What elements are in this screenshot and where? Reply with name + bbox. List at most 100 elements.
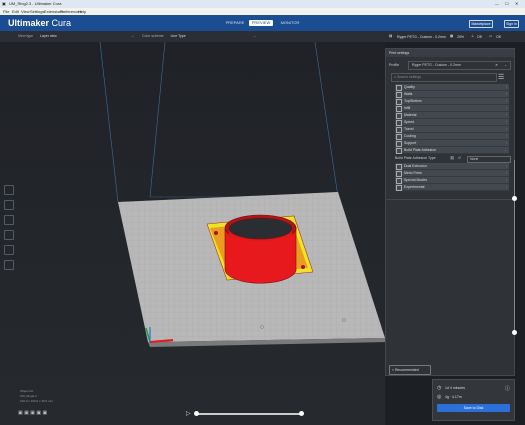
path-slider-end-handle[interactable] — [299, 411, 304, 416]
menu-settings[interactable]: Settings — [30, 9, 44, 14]
chevron-down-icon: ⌄ — [131, 34, 134, 38]
layer-slider-top-handle[interactable] — [512, 196, 517, 201]
category-quality[interactable]: Quality ‹ — [395, 84, 509, 91]
adhesion-icon: ▭ — [489, 34, 493, 38]
path-slider[interactable] — [194, 411, 304, 416]
spool-icon: ◎ — [437, 394, 442, 400]
category-label: Build Plate Adhesion — [404, 148, 437, 152]
3d-viewport[interactable] — [0, 42, 385, 425]
build-volume-edge — [99, 42, 119, 203]
chevron-icon: ‹ — [505, 164, 507, 168]
maximize-icon[interactable]: ☐ — [505, 1, 509, 6]
menu-help[interactable]: Help — [78, 9, 86, 14]
reset-icon[interactable]: ↺ — [458, 155, 461, 162]
view-front-icon[interactable]: ▣ — [24, 410, 29, 416]
chevron-icon: ‹ — [505, 85, 507, 89]
category-cooling[interactable]: Cooling ‹ — [395, 133, 509, 140]
tab-prepare[interactable]: PREPARE — [222, 20, 248, 26]
view-top-icon[interactable]: ▣ — [30, 410, 35, 416]
adhesion-type-label: Build Plate Adhesion Type — [395, 156, 436, 160]
print-time: 1d 4 minutes — [445, 386, 466, 390]
menu-view[interactable]: View — [21, 9, 30, 14]
category-walls[interactable]: Walls ‹ — [395, 91, 509, 98]
view-3d-icon[interactable]: ▣ — [18, 410, 23, 416]
path-slider-start-handle[interactable] — [194, 411, 199, 416]
signin-button[interactable]: Sign in — [504, 20, 519, 28]
chevron-down-icon: ⌄ — [253, 34, 256, 38]
clear-icon[interactable]: ✕ — [495, 62, 498, 69]
tab-monitor[interactable]: MONITOR — [276, 20, 304, 26]
save-to-disk-button[interactable]: Save to Disk — [437, 404, 510, 412]
menu-file[interactable]: File — [3, 9, 9, 14]
profile-value: Ryger PETG - Custom - 0.2mm — [412, 63, 461, 67]
category-special-modes[interactable]: Special Modes ‹ — [395, 177, 509, 184]
object-list[interactable]: Object list UM_Ring2.3 100.0 x 100.0 x 3… — [20, 389, 53, 404]
category-speed[interactable]: Speed ‹ — [395, 119, 509, 126]
category-mesh-fixes[interactable]: Mesh Fixes ‹ — [395, 170, 509, 177]
category-dual-extrusion[interactable]: Dual Extrusion ‹ — [395, 163, 509, 170]
support-icon: ⊥ — [471, 34, 475, 38]
category-label: Experimental — [404, 185, 425, 189]
app-icon: ▣ — [2, 1, 6, 6]
tab-preview[interactable]: PREVIEW — [249, 20, 273, 26]
move-tool-icon[interactable] — [4, 185, 14, 195]
support-blocker-icon[interactable] — [4, 260, 14, 270]
rotate-tool-icon[interactable] — [4, 215, 14, 225]
recommended-button[interactable]: < Recommended — [389, 365, 431, 375]
settings-menu-icon[interactable]: ☰ — [498, 73, 504, 81]
layer-slider-bottom-handle[interactable] — [512, 330, 517, 335]
category-infill[interactable]: Infill ‹ — [395, 105, 509, 112]
category-label: Material — [404, 113, 417, 117]
view-type-select[interactable]: View type Layer view ⌄ — [18, 33, 136, 40]
adhesion-value: Off — [496, 34, 501, 39]
mirror-tool-icon[interactable] — [4, 230, 14, 240]
category-topbottom[interactable]: Top/Bottom ‹ — [395, 98, 509, 105]
close-icon[interactable]: ✕ — [515, 1, 518, 6]
menu-bar: File Edit View Settings Extensions Prefe… — [0, 8, 525, 15]
experimental-icon — [396, 185, 402, 191]
scene-svg — [99, 42, 385, 347]
scale-tool-icon[interactable] — [4, 200, 14, 210]
settings-search[interactable]: ⌕ Search settings — [391, 73, 497, 82]
logo-sub: Cura — [51, 18, 72, 28]
infill-icon: ▦ — [450, 34, 454, 38]
view-right-icon[interactable]: ▣ — [43, 410, 48, 416]
category-material[interactable]: Material ‹ — [395, 112, 509, 119]
play-icon[interactable]: ▷ — [186, 410, 191, 417]
category-adhesion[interactable]: Build Plate Adhesion ⌄ — [395, 147, 509, 154]
layer-slider[interactable] — [512, 160, 517, 335]
view-buttons: ▣ ▣ ▣ ▣ ▣ — [18, 410, 47, 416]
per-model-settings-icon[interactable] — [4, 245, 14, 255]
adhesion-type-setting: Build Plate Adhesion Type ⛓ ↺ None — [395, 155, 511, 163]
adhesion-type-value: None — [470, 157, 479, 161]
category-label: Dual Extrusion — [404, 164, 427, 168]
adhesion-type-select[interactable]: None — [467, 156, 511, 163]
category-travel[interactable]: Travel ‹ — [395, 126, 509, 133]
view-left-icon[interactable]: ▣ — [36, 410, 41, 416]
build-volume-edge — [314, 42, 339, 198]
chevron-icon: ‹ — [505, 120, 507, 124]
minimize-icon[interactable]: — — [495, 1, 499, 6]
settings-empty-area — [386, 199, 514, 360]
clock-icon: ◷ — [437, 385, 442, 391]
print-setup-selector[interactable]: ▤ Ryger PETG - Custom - 0.2mm ▦ 20% ⊥ Of… — [385, 31, 525, 42]
support-value: Off — [477, 34, 482, 39]
marketplace-button[interactable]: Marketplace — [469, 20, 493, 28]
category-experimental[interactable]: Experimental ‹ — [395, 184, 509, 191]
chevron-icon: ‹ — [505, 127, 507, 131]
chevron-icon: ‹ — [505, 99, 507, 103]
logo-main: Ultimaker — [8, 18, 50, 28]
profile-select[interactable]: Ryger PETG - Custom - 0.2mm ✕ ⌄ — [408, 61, 511, 70]
color-scheme-select[interactable]: Color scheme Line Type ⌄ — [142, 33, 258, 40]
menu-edit[interactable]: Edit — [12, 9, 19, 14]
app-logo: Ultimaker Cura — [8, 18, 71, 28]
link-icon: ⛓ — [450, 156, 455, 160]
category-support[interactable]: Support ‹ — [395, 140, 509, 147]
object-dims: 100.0 x 100.0 x 30.0 mm — [20, 399, 54, 403]
chevron-icon: ‹ — [505, 185, 507, 189]
mount-hole — [214, 231, 218, 235]
info-icon[interactable]: ⓘ — [505, 385, 510, 392]
material-usage: 4g · 4.17m — [445, 395, 462, 399]
infill-value: 20% — [457, 34, 465, 39]
chevron-icon: ‹ — [505, 178, 507, 182]
